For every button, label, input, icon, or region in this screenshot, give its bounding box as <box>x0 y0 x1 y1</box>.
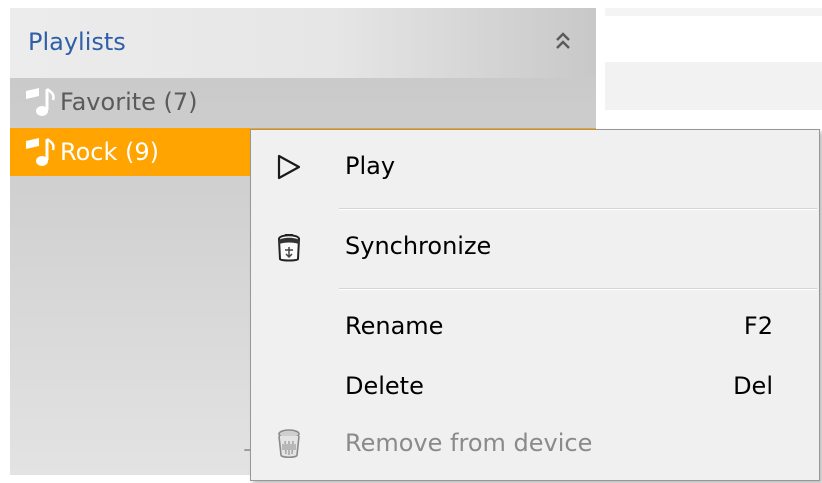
menu-item-label: Synchronize <box>345 232 492 260</box>
menu-item-rename[interactable]: Rename F2 <box>251 299 819 355</box>
double-chevron-up-icon[interactable] <box>548 26 578 56</box>
playlists-panel-header[interactable]: Playlists <box>10 8 596 78</box>
menu-item-shortcut: Del <box>733 372 773 400</box>
music-note-icon <box>22 134 58 170</box>
play-outline-icon <box>271 149 307 185</box>
sync-device-icon <box>271 229 307 265</box>
menu-item-shortcut: F2 <box>743 312 773 340</box>
context-menu: Play Synchronize Rename F2 Delete Del Re… <box>250 129 820 481</box>
menu-item-label: Remove from device <box>345 429 593 457</box>
playlist-item-favorite[interactable]: Favorite (7) <box>10 78 596 126</box>
menu-item-remove-from-device: Remove from device <box>251 416 819 472</box>
menu-item-play[interactable]: Play <box>251 139 819 195</box>
menu-item-delete[interactable]: Delete Del <box>251 359 819 415</box>
menu-separator <box>339 288 817 290</box>
playlist-item-label: Favorite (7) <box>60 88 198 116</box>
menu-separator <box>339 208 817 210</box>
content-area-top <box>605 8 822 16</box>
menu-item-synchronize[interactable]: Synchronize <box>251 219 819 275</box>
music-note-icon <box>22 84 58 120</box>
panel-title: Playlists <box>28 28 126 56</box>
menu-item-label: Delete <box>345 372 424 400</box>
trash-can-icon <box>271 426 307 462</box>
menu-item-label: Play <box>345 152 396 180</box>
content-area-strip <box>605 62 822 110</box>
menu-item-label: Rename <box>345 312 444 340</box>
playlist-item-label: Rock (9) <box>60 138 159 166</box>
